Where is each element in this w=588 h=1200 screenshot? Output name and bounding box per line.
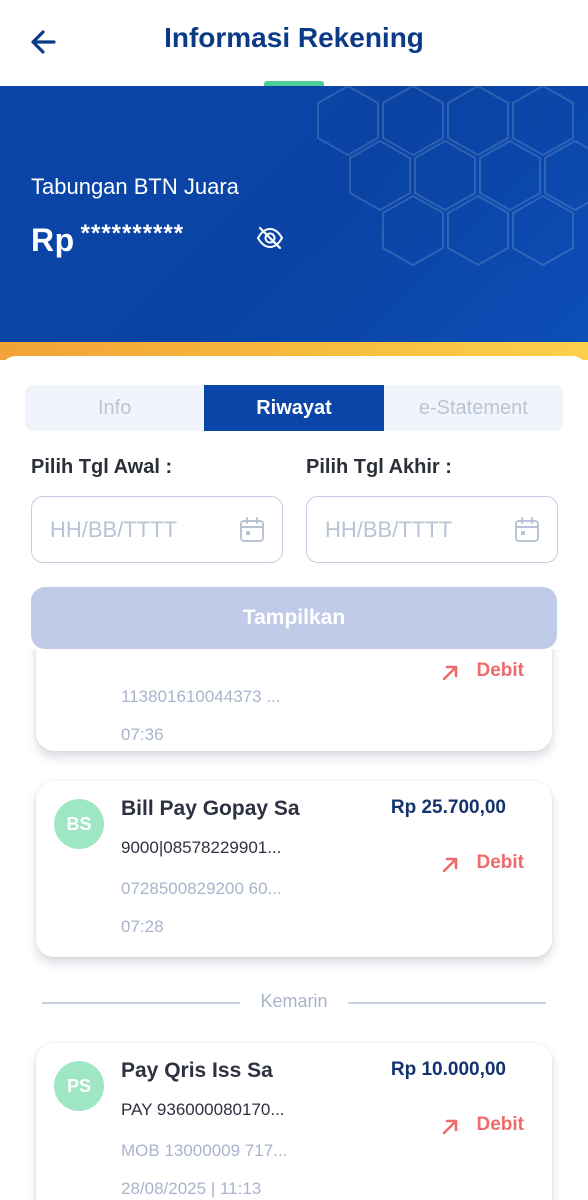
start-date-label: Pilih Tgl Awal : — [31, 456, 173, 478]
arrow-up-right-icon — [442, 857, 458, 873]
transaction-time: 07:28 — [121, 917, 164, 936]
segmented-tabs: Info Riwayat e-Statement — [25, 385, 563, 431]
avatar: BS — [54, 799, 104, 849]
transaction-time: 07:36 — [121, 725, 164, 744]
account-balance: Rp ********** — [31, 220, 185, 259]
transaction-card[interactable]: PS Pay Qris Iss Sa Rp 10.000,00 PAY 9360… — [36, 1043, 552, 1200]
transaction-card[interactable]: BS Bill Pay Gopay Sa Rp 25.700,00 9000|0… — [36, 781, 552, 957]
transaction-ref: 113801610044373 ... — [121, 687, 281, 706]
balance-masked: ********** — [80, 220, 185, 247]
start-date-field[interactable]: HH/BB/TTTT — [31, 496, 283, 563]
eye-slash-icon[interactable] — [255, 225, 285, 251]
transaction-ref: MOB 13000009 717... — [121, 1141, 288, 1160]
currency-label: Rp — [31, 222, 75, 258]
top-bar: Informasi Rekening — [0, 0, 588, 86]
transaction-type: Debit — [476, 852, 525, 873]
show-button[interactable]: Tampilkan — [31, 587, 557, 649]
account-hero — [0, 86, 588, 344]
transaction-ref: 0728500829200 60... — [121, 879, 282, 898]
transaction-list[interactable]: Debit 113801610044373 ... 07:36 BS Bill … — [0, 649, 588, 1200]
transaction-name: Pay Qris Iss Sa — [121, 1059, 273, 1082]
calendar-icon[interactable] — [238, 516, 266, 544]
transaction-amount: Rp 10.000,00 — [390, 1059, 506, 1080]
end-date-field[interactable]: HH/BB/TTTT — [306, 496, 558, 563]
transaction-name: Bill Pay Gopay Sa — [121, 797, 300, 820]
tab-info[interactable]: Info — [25, 385, 204, 431]
date-section-divider: Kemarin — [42, 991, 546, 1012]
end-date-placeholder: HH/BB/TTTT — [325, 517, 453, 542]
transaction-description: PAY 936000080170... — [121, 1100, 285, 1119]
transaction-time: 28/08/2025 | 11:13 — [121, 1179, 262, 1198]
transaction-description: 9000|08578229901... — [121, 838, 282, 857]
arrow-up-right-icon — [442, 1119, 458, 1135]
arrow-up-right-icon — [442, 665, 458, 681]
account-name: Tabungan BTN Juara — [31, 174, 239, 199]
transaction-amount: Rp 25.700,00 — [390, 797, 506, 818]
transaction-type: Debit — [476, 1114, 525, 1135]
calendar-icon[interactable] — [513, 516, 541, 544]
transaction-card[interactable]: Debit 113801610044373 ... 07:36 — [36, 649, 552, 751]
tab-e-statement[interactable]: e-Statement — [384, 385, 563, 431]
end-date-label: Pilih Tgl Akhir : — [306, 456, 452, 478]
start-date-placeholder: HH/BB/TTTT — [50, 517, 178, 542]
page-title: Informasi Rekening — [164, 22, 424, 53]
transaction-type: Debit — [476, 660, 525, 681]
hexagon-pattern-icon — [317, 86, 588, 267]
divider-line-right — [348, 1002, 546, 1004]
avatar: PS — [54, 1061, 104, 1111]
tab-riwayat[interactable]: Riwayat — [204, 385, 384, 431]
